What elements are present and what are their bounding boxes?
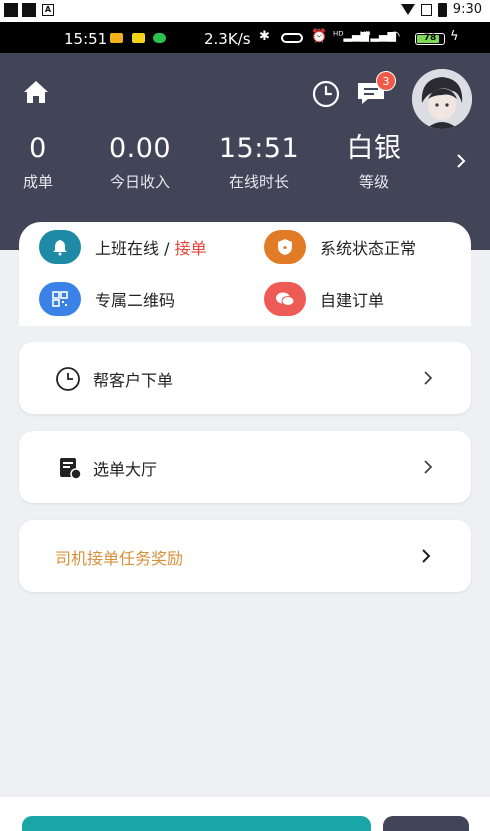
clock-icon: [56, 367, 80, 391]
quick-action-self-order[interactable]: 自建订单: [264, 282, 384, 316]
menu-driver-rewards[interactable]: 司机接单任务奖励: [19, 520, 471, 592]
notification-icon: A: [42, 4, 54, 16]
app-notification-icon: [110, 33, 123, 43]
wechat-icon: [153, 33, 166, 43]
wifi-icon: [400, 4, 415, 15]
message-badge: 3: [376, 71, 396, 91]
menu-label: 帮客户下单: [93, 371, 174, 390]
notification-icon: [4, 3, 18, 17]
secondary-action-button[interactable]: [383, 816, 469, 831]
no-sim-icon: [420, 3, 432, 16]
shield-icon: [264, 230, 306, 264]
stats-row: 0 成单 0.00 今日收入 15:51 在线时长 白银 等级: [0, 133, 490, 203]
accept-order-label: 接单: [174, 239, 207, 258]
stat-orders: 0 成单: [22, 133, 53, 191]
phone-status-bar: 15:51 2.3K/s ✱ ⏰ ᴴᴰ▂▄▆ ᴴᴰ▂▄▆ ◠ 78 ϟ: [0, 22, 490, 53]
history-clock-icon[interactable]: [311, 79, 341, 109]
quick-action-system-status[interactable]: 系统状态正常: [264, 230, 416, 264]
driver-header: 3 0 成单 0.00 今日收入 15:51 在线时长 白银 等级: [0, 53, 490, 250]
message-notification-icon: [132, 33, 145, 43]
chevron-right-icon: [422, 549, 431, 563]
alarm-icon: ⏰: [311, 29, 328, 44]
net-speed: 2.3K/s: [204, 30, 251, 48]
avatar[interactable]: [412, 69, 472, 129]
primary-action-button[interactable]: [22, 816, 371, 831]
home-icon[interactable]: [22, 79, 50, 105]
battery-icon: [437, 2, 447, 17]
vibrate-icon: [281, 33, 303, 43]
quick-actions-card: 上班在线 / 接单 系统状态正常 专属二维码 自建订单: [19, 222, 471, 326]
battery-icon: 78: [415, 33, 445, 45]
menu-order-hall[interactable]: 选单大厅: [19, 431, 471, 503]
wifi-icon: ◠: [389, 29, 401, 44]
device-time: 9:30: [452, 2, 482, 17]
stat-level: 白银 等级: [346, 133, 402, 191]
menu-label: 司机接单任务奖励: [55, 549, 184, 568]
menu-order-for-customer[interactable]: 帮客户下单: [19, 342, 471, 414]
chat-bubble-icon: [264, 282, 306, 316]
qrcode-icon: [39, 282, 81, 316]
chevron-right-icon: [424, 460, 433, 474]
stat-income: 0.00 今日收入: [108, 133, 172, 191]
stat-online-time: 15:51 在线时长: [218, 133, 300, 191]
charging-icon: ϟ: [450, 29, 459, 44]
chevron-right-icon[interactable]: [455, 153, 467, 169]
quick-action-go-online[interactable]: 上班在线 / 接单: [39, 230, 207, 264]
status-time: 15:51: [64, 30, 108, 48]
bell-icon: [39, 230, 81, 264]
quick-action-qrcode[interactable]: 专属二维码: [39, 282, 175, 316]
notification-icon: [22, 3, 36, 17]
order-hall-icon: [60, 458, 82, 480]
device-status-bar: A 9:30: [0, 0, 490, 22]
bluetooth-icon: ✱: [259, 29, 270, 44]
chevron-right-icon: [424, 371, 433, 385]
menu-label: 选单大厅: [93, 460, 158, 479]
